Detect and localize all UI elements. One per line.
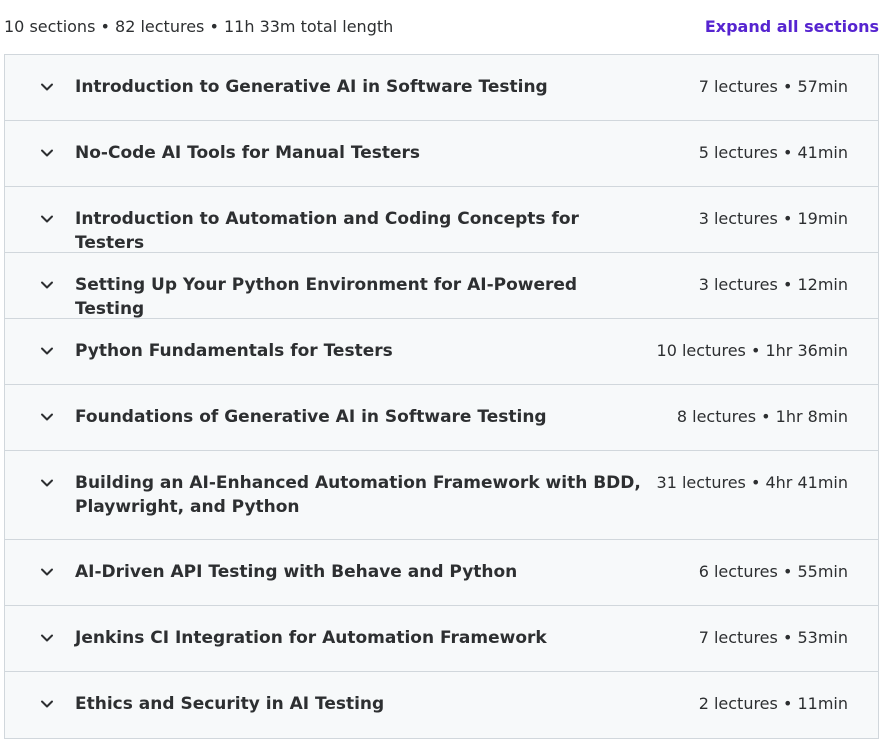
- section-title: Introduction to Generative AI in Softwar…: [75, 77, 548, 97]
- chevron-down-icon: [40, 212, 54, 226]
- chevron-down-icon: [40, 410, 54, 424]
- section-row[interactable]: Python Fundamentals for Testers 10 lectu…: [5, 319, 878, 385]
- section-meta: 5 lectures • 41min: [698, 143, 848, 162]
- section-meta: 6 lectures • 55min: [698, 562, 848, 581]
- section-title: Building an AI-Enhanced Automation Frame…: [75, 473, 641, 517]
- curriculum-summary-text: 10 sections • 82 lectures • 11h 33m tota…: [4, 17, 394, 36]
- section-meta: 31 lectures • 4hr 41min: [656, 473, 848, 492]
- chevron-down-icon: [40, 344, 54, 358]
- curriculum-summary-bar: 10 sections • 82 lectures • 11h 33m tota…: [0, 0, 883, 55]
- section-title: Foundations of Generative AI in Software…: [75, 407, 547, 427]
- chevron-down-icon: [40, 565, 54, 579]
- section-title: Ethics and Security in AI Testing: [75, 694, 385, 714]
- chevron-down-icon: [40, 278, 54, 292]
- chevron-down-icon: [40, 476, 54, 490]
- section-meta: 2 lectures • 11min: [698, 694, 848, 713]
- section-title: AI-Driven API Testing with Behave and Py…: [75, 562, 518, 582]
- section-title: No-Code AI Tools for Manual Testers: [75, 143, 421, 163]
- section-row[interactable]: Jenkins CI Integration for Automation Fr…: [5, 606, 878, 672]
- section-row[interactable]: Introduction to Automation and Coding Co…: [5, 187, 878, 253]
- section-title: Setting Up Your Python Environment for A…: [75, 275, 578, 319]
- section-meta: 3 lectures • 12min: [698, 275, 848, 294]
- section-meta: 7 lectures • 57min: [698, 77, 848, 96]
- section-meta: 7 lectures • 53min: [698, 628, 848, 647]
- chevron-down-icon: [40, 80, 54, 94]
- section-row[interactable]: Building an AI-Enhanced Automation Frame…: [5, 451, 878, 540]
- section-row[interactable]: Foundations of Generative AI in Software…: [5, 385, 878, 451]
- section-title: Introduction to Automation and Coding Co…: [75, 209, 579, 253]
- section-meta: 3 lectures • 19min: [698, 209, 848, 228]
- section-row[interactable]: Ethics and Security in AI Testing 2 lect…: [5, 672, 878, 738]
- chevron-down-icon: [40, 146, 54, 160]
- section-row[interactable]: No-Code AI Tools for Manual Testers 5 le…: [5, 121, 878, 187]
- expand-all-sections-button[interactable]: Expand all sections: [705, 17, 879, 36]
- section-title: Python Fundamentals for Testers: [75, 341, 393, 361]
- curriculum-section-list: Introduction to Generative AI in Softwar…: [4, 54, 879, 739]
- section-row[interactable]: Introduction to Generative AI in Softwar…: [5, 55, 878, 121]
- section-row[interactable]: Setting Up Your Python Environment for A…: [5, 253, 878, 319]
- section-meta: 8 lectures • 1hr 8min: [676, 407, 848, 426]
- chevron-down-icon: [40, 697, 54, 711]
- section-meta: 10 lectures • 1hr 36min: [656, 341, 848, 360]
- chevron-down-icon: [40, 631, 54, 645]
- section-title: Jenkins CI Integration for Automation Fr…: [75, 628, 547, 648]
- section-row[interactable]: AI-Driven API Testing with Behave and Py…: [5, 540, 878, 606]
